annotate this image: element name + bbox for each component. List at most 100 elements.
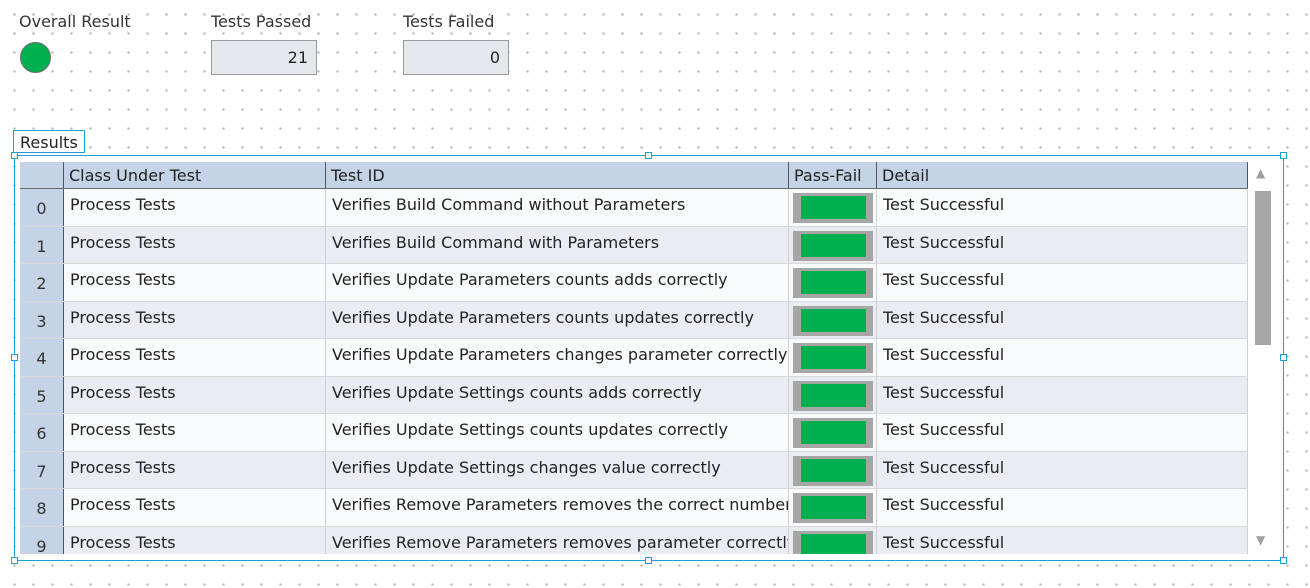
pass-fail-led xyxy=(801,271,866,294)
scroll-up-arrow-icon[interactable]: ▲ xyxy=(1256,166,1265,180)
overall-result-led xyxy=(20,42,51,73)
cell-detail: Test Successful xyxy=(877,526,1248,554)
cell-class-under-test: Process Tests xyxy=(64,339,326,376)
row-index: 4 xyxy=(20,339,64,376)
pass-fail-indicator xyxy=(793,380,873,411)
pass-fail-indicator xyxy=(793,418,873,448)
row-index: 1 xyxy=(20,226,64,263)
cell-test-id: Verifies Build Command with Parameters xyxy=(326,226,789,263)
pass-fail-led xyxy=(801,533,866,554)
cell-detail: Test Successful xyxy=(877,376,1248,413)
pass-fail-led xyxy=(801,496,866,519)
cell-detail: Test Successful xyxy=(877,189,1248,226)
row-index: 2 xyxy=(20,264,64,301)
resize-handle-top-right[interactable] xyxy=(1280,152,1287,159)
scroll-down-arrow-icon[interactable]: ▼ xyxy=(1256,533,1265,547)
cell-test-id: Verifies Update Settings changes value c… xyxy=(326,451,789,488)
cell-pass-fail xyxy=(789,226,877,263)
pass-fail-indicator xyxy=(793,343,873,373)
cell-pass-fail xyxy=(789,189,877,226)
table-header: Class Under Test Test ID Pass-Fail Detai… xyxy=(20,162,1248,189)
table-row[interactable]: 7 Process Tests Verifies Update Settings c… xyxy=(20,451,1248,489)
cell-test-id: Verifies Update Settings counts updates … xyxy=(326,414,789,451)
header-detail[interactable]: Detail xyxy=(877,162,1248,188)
cell-test-id: Verifies Update Settings counts adds cor… xyxy=(326,376,789,413)
resize-handle-bottom-right[interactable] xyxy=(1280,557,1287,564)
table-row[interactable]: 6 Process Tests Verifies Update Settings c… xyxy=(20,414,1248,452)
resize-handle-top[interactable] xyxy=(645,152,652,159)
pass-fail-indicator xyxy=(793,305,873,336)
cell-pass-fail xyxy=(789,489,877,526)
pass-fail-indicator xyxy=(793,230,873,261)
cell-test-id: Verifies Update Parameters counts update… xyxy=(326,301,789,338)
resize-handle-bottom[interactable] xyxy=(645,557,652,564)
resize-handle-left[interactable] xyxy=(11,354,18,361)
cell-pass-fail xyxy=(789,339,877,376)
cell-detail: Test Successful xyxy=(877,489,1248,526)
cell-class-under-test: Process Tests xyxy=(64,189,326,226)
header-test-id[interactable]: Test ID xyxy=(326,162,789,188)
row-index: 9 xyxy=(20,526,64,554)
pass-fail-led xyxy=(801,346,866,369)
cell-detail: Test Successful xyxy=(877,226,1248,263)
cell-pass-fail xyxy=(789,301,877,338)
header-pass-fail[interactable]: Pass-Fail xyxy=(789,162,877,188)
cell-detail: Test Successful xyxy=(877,301,1248,338)
header-class-under-test[interactable]: Class Under Test xyxy=(64,162,326,188)
cell-class-under-test: Process Tests xyxy=(64,451,326,488)
row-index: 6 xyxy=(20,414,64,451)
pass-fail-indicator xyxy=(793,530,873,554)
row-index: 5 xyxy=(20,376,64,413)
table-row[interactable]: 5 Process Tests Verifies Update Settings c… xyxy=(20,376,1248,414)
cell-pass-fail xyxy=(789,526,877,554)
row-index: 8 xyxy=(20,489,64,526)
row-index: 7 xyxy=(20,451,64,488)
pass-fail-led xyxy=(801,233,866,257)
pass-fail-indicator xyxy=(793,493,873,523)
pass-fail-led xyxy=(801,383,866,407)
cell-pass-fail xyxy=(789,264,877,301)
cell-detail: Test Successful xyxy=(877,451,1248,488)
cell-pass-fail xyxy=(789,451,877,488)
tests-failed-label: Tests Failed xyxy=(403,12,495,31)
scrollbar-thumb[interactable] xyxy=(1255,191,1271,345)
cell-pass-fail xyxy=(789,414,877,451)
results-table[interactable]: Class Under Test Test ID Pass-Fail Detai… xyxy=(20,162,1278,554)
cell-test-id: Verifies Remove Parameters removes param… xyxy=(326,526,789,554)
overall-result-label: Overall Result xyxy=(19,12,131,31)
resize-handle-bottom-left[interactable] xyxy=(11,557,18,564)
cell-class-under-test: Process Tests xyxy=(64,376,326,413)
table-row[interactable]: 1 Process Tests Verifies Build Command wit… xyxy=(20,226,1248,264)
table-row[interactable]: 2 Process Tests Verifies Update Parameters… xyxy=(20,264,1248,302)
header-index-corner xyxy=(20,162,64,188)
resize-handle-right[interactable] xyxy=(1280,354,1287,361)
table-row[interactable]: 0 Process Tests Verifies Build Command wit… xyxy=(20,189,1248,227)
pass-fail-indicator xyxy=(793,193,873,223)
resize-handle-top-left[interactable] xyxy=(11,152,18,159)
tests-failed-display: 0 xyxy=(403,40,509,75)
pass-fail-led xyxy=(801,421,866,444)
cell-detail: Test Successful xyxy=(877,264,1248,301)
cell-class-under-test: Process Tests xyxy=(64,414,326,451)
results-label: Results xyxy=(13,130,85,153)
cell-class-under-test: Process Tests xyxy=(64,489,326,526)
cell-test-id: Verifies Build Command without Parameter… xyxy=(326,189,789,226)
table-row[interactable]: 9 Process Tests Verifies Remove Parameters… xyxy=(20,526,1248,554)
table-row[interactable]: 4 Process Tests Verifies Update Parameters… xyxy=(20,339,1248,377)
row-index: 0 xyxy=(20,189,64,226)
pass-fail-led xyxy=(801,308,866,332)
cell-pass-fail xyxy=(789,376,877,413)
pass-fail-indicator xyxy=(793,268,873,298)
cell-class-under-test: Process Tests xyxy=(64,226,326,263)
tests-passed-label: Tests Passed xyxy=(211,12,312,31)
tests-passed-display: 21 xyxy=(211,40,317,75)
cell-class-under-test: Process Tests xyxy=(64,301,326,338)
cell-class-under-test: Process Tests xyxy=(64,526,326,554)
table-row[interactable]: 3 Process Tests Verifies Update Parameters… xyxy=(20,301,1248,339)
vertical-scrollbar[interactable]: ▲ ▼ xyxy=(1248,162,1278,554)
row-index: 3 xyxy=(20,301,64,338)
table-row[interactable]: 8 Process Tests Verifies Remove Parameters… xyxy=(20,489,1248,527)
cell-test-id: Verifies Update Parameters counts adds c… xyxy=(326,264,789,301)
cell-test-id: Verifies Update Parameters changes param… xyxy=(326,339,789,376)
cell-detail: Test Successful xyxy=(877,414,1248,451)
